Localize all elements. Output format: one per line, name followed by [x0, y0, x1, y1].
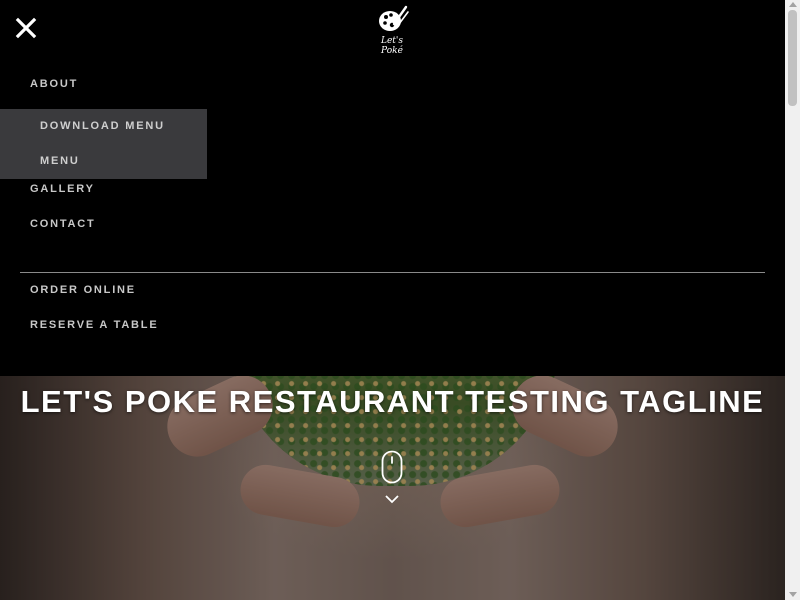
page-scrollbar[interactable]	[785, 0, 800, 600]
submenu-link-menu[interactable]: MENU	[40, 155, 80, 167]
chevron-down-icon[interactable]	[385, 494, 399, 504]
hero-banner: LET'S POKE RESTAURANT TESTING TAGLINE	[0, 376, 785, 600]
close-icon	[15, 17, 37, 39]
mouse-scroll-icon[interactable]	[381, 450, 403, 484]
navigation-menu: Let's Poké ABOUT DOWNLOAD MENU MENU GALL…	[0, 0, 785, 376]
nav-link-reserve-table[interactable]: RESERVE A TABLE	[30, 319, 158, 331]
scroll-up-arrow-icon[interactable]	[788, 2, 797, 7]
page: Let's Poké ABOUT DOWNLOAD MENU MENU GALL…	[0, 0, 785, 600]
scroll-down-arrow-icon[interactable]	[788, 592, 797, 597]
logo[interactable]: Let's Poké	[370, 4, 414, 56]
scrollbar-thumb[interactable]	[788, 10, 797, 106]
nav-link-order-online[interactable]: ORDER ONLINE	[30, 284, 136, 296]
hero-tagline: LET'S POKE RESTAURANT TESTING TAGLINE	[20, 384, 765, 419]
submenu-link-download-menu[interactable]: DOWNLOAD MENU	[40, 120, 165, 132]
about-submenu: DOWNLOAD MENU MENU	[0, 109, 207, 179]
nav-link-gallery[interactable]: GALLERY	[30, 183, 95, 195]
palette-logo-icon	[379, 5, 409, 31]
menu-divider	[20, 272, 765, 273]
nav-link-contact[interactable]: CONTACT	[30, 218, 96, 230]
close-menu-button[interactable]	[14, 16, 38, 40]
nav-link-about[interactable]: ABOUT	[30, 78, 78, 90]
logo-text: Let's Poké	[380, 36, 403, 56]
